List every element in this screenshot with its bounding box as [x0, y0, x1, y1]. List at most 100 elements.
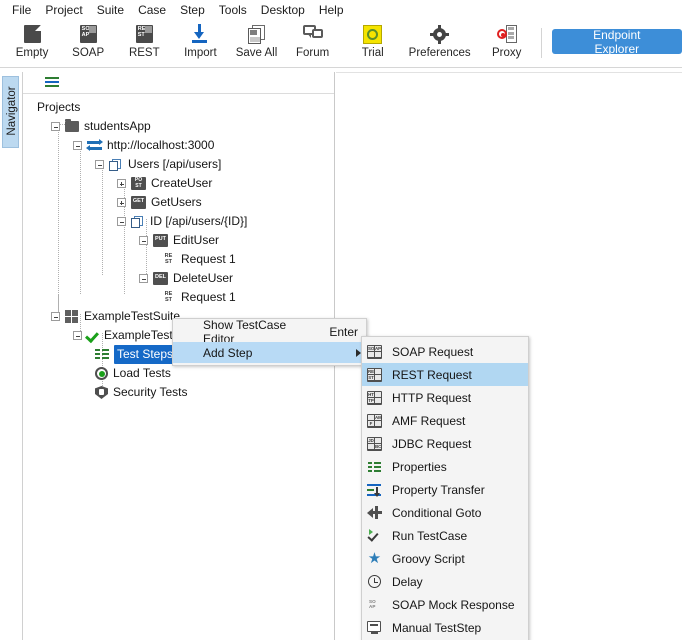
toolbar-label-preferences: Preferences	[408, 47, 471, 59]
expand-handle-minus-icon[interactable]	[73, 331, 82, 340]
context-menu-accel-enter: Enter	[329, 324, 358, 339]
expand-handle-minus-icon[interactable]	[51, 122, 60, 131]
properties-icon[interactable]	[45, 77, 59, 88]
toolbar-button-rest[interactable]: RE ST REST	[116, 20, 172, 66]
toolbar-label-proxy: Proxy	[491, 47, 522, 59]
expand-handle-minus-icon[interactable]	[117, 217, 126, 226]
toolbar-button-proxy[interactable]: Proxy	[479, 20, 535, 66]
post-method-icon: PO ST	[131, 177, 146, 190]
menu-item-desktop[interactable]: Desktop	[254, 1, 312, 20]
tree-item-endpoint[interactable]: http://localhost:3000	[23, 136, 334, 155]
toolbar-button-preferences[interactable]: Preferences	[401, 20, 479, 66]
expand-handle-plus-icon[interactable]	[117, 179, 126, 188]
menu-item-project[interactable]: Project	[38, 1, 89, 20]
tree-item-edituser[interactable]: PUT EditUser	[23, 231, 334, 250]
menu-item-tools[interactable]: Tools	[212, 1, 254, 20]
expand-handle-minus-icon[interactable]	[139, 236, 148, 245]
add-step-submenu: SO AP SOAP Request RE ST REST Request HT …	[361, 336, 529, 640]
submenu-label-soap-mock-response: SOAP Mock Response	[392, 597, 515, 612]
proxy-icon	[496, 23, 517, 45]
save-all-icon	[247, 23, 266, 45]
tree-item-deleteuser[interactable]: DEL DeleteUser	[23, 269, 334, 288]
testcase-icon	[87, 329, 101, 342]
tree-label-load-tests: Load Tests	[113, 366, 171, 380]
submenu-label-properties: Properties	[392, 459, 447, 474]
submenu-item-manual-teststep[interactable]: Manual TestStep	[362, 616, 528, 639]
tree-item-security-tests[interactable]: Security Tests	[23, 383, 334, 402]
tree-label-security-tests: Security Tests	[113, 385, 188, 399]
toolbar-button-import[interactable]: Import	[172, 20, 228, 66]
tree-item-request-1-delete[interactable]: RE ST Request 1	[23, 288, 334, 307]
interface-icon	[86, 139, 103, 152]
context-menu-label-add-step: Add Step	[203, 345, 253, 360]
delay-clock-icon	[368, 575, 381, 588]
tree-item-getusers[interactable]: GET GetUsers	[23, 193, 334, 212]
menu-item-help[interactable]: Help	[312, 1, 351, 20]
soap-mock-response-icon: SO AP	[369, 598, 376, 609]
toolbar-button-save-all[interactable]: Save All	[228, 20, 284, 66]
expand-handle-minus-icon[interactable]	[73, 141, 82, 150]
toolbar-label-forum: Forum	[295, 47, 330, 59]
menu-item-case[interactable]: Case	[131, 1, 173, 20]
testsuite-icon	[65, 310, 78, 323]
menu-bar: File Project Suite Case Step Tools Deskt…	[0, 0, 682, 20]
submenu-item-rest-request[interactable]: RE ST REST Request	[362, 363, 528, 386]
soapui-window: File Project Suite Case Step Tools Deskt…	[0, 0, 682, 640]
tree-item-users-resource[interactable]: Users [/api/users]	[23, 155, 334, 174]
submenu-label-delay: Delay	[392, 574, 423, 589]
menu-item-suite[interactable]: Suite	[90, 1, 131, 20]
submenu-item-groovy-script[interactable]: ★ Groovy Script	[362, 547, 528, 570]
context-menu-item-show-testcase-editor[interactable]: Show TestCase Editor Enter	[173, 318, 366, 346]
submenu-item-soap-request[interactable]: SO AP SOAP Request	[362, 340, 528, 363]
expand-handle-minus-icon[interactable]	[95, 160, 104, 169]
property-transfer-icon	[367, 483, 382, 497]
submenu-label-amf-request: AMF Request	[392, 413, 466, 428]
trial-icon	[363, 23, 383, 45]
submenu-item-soap-mock-response[interactable]: SO AP SOAP Mock Response	[362, 593, 528, 616]
submenu-label-property-transfer: Property Transfer	[392, 482, 485, 497]
menu-item-step[interactable]: Step	[173, 1, 212, 20]
toolbar-separator	[540, 28, 542, 58]
properties-icon	[367, 460, 382, 474]
del-method-icon: DEL	[153, 272, 168, 285]
submenu-item-delay[interactable]: Delay	[362, 570, 528, 593]
submenu-item-property-transfer[interactable]: Property Transfer	[362, 478, 528, 501]
tree-root-projects[interactable]: Projects	[23, 98, 334, 117]
submenu-label-run-testcase: Run TestCase	[392, 528, 468, 543]
tree-item-createuser[interactable]: PO ST CreateUser	[23, 174, 334, 193]
submenu-item-jdbc-request[interactable]: JD BC JDBC Request	[362, 432, 528, 455]
submenu-item-properties[interactable]: Properties	[362, 455, 528, 478]
toolbar-button-soap[interactable]: SO AP SOAP	[60, 20, 116, 66]
submenu-label-soap-request: SOAP Request	[392, 344, 474, 359]
rest-project-icon: RE ST	[135, 23, 153, 45]
tree-label-getusers: GetUsers	[151, 195, 202, 209]
tree-root-label: Projects	[37, 100, 81, 114]
toolbar-button-trial[interactable]: Trial	[345, 20, 401, 66]
navigator-tab[interactable]: Navigator	[2, 76, 19, 148]
resource-icon	[109, 158, 122, 171]
submenu-item-amf-request[interactable]: AM F AMF Request	[362, 409, 528, 432]
expand-handle-plus-icon[interactable]	[117, 198, 126, 207]
submenu-label-manual-teststep: Manual TestStep	[392, 620, 482, 635]
submenu-item-http-request[interactable]: HT TP HTTP Request	[362, 386, 528, 409]
toolbar-label-import: Import	[184, 47, 217, 59]
toolbar-button-forum[interactable]: Forum	[285, 20, 341, 66]
expand-handle-minus-icon[interactable]	[139, 274, 148, 283]
folder-icon	[65, 118, 79, 132]
navigator-toolbar	[23, 72, 334, 94]
tree-item-id-resource[interactable]: ID [/api/users/{ID}]	[23, 212, 334, 231]
submenu-item-run-testcase[interactable]: Run TestCase	[362, 524, 528, 547]
endpoint-explorer-button[interactable]: Endpoint Explorer	[551, 28, 682, 56]
menu-item-file[interactable]: File	[5, 1, 38, 20]
expand-handle-minus-icon[interactable]	[51, 312, 60, 321]
toolbar-button-empty[interactable]: Empty	[4, 20, 60, 66]
toolbar-label-empty: Empty	[15, 47, 49, 59]
submenu-label-http-request: HTTP Request	[392, 390, 472, 405]
tree-item-request-1-edit[interactable]: RE ST Request 1	[23, 250, 334, 269]
context-menu-item-add-step[interactable]: Add Step	[173, 342, 366, 363]
tree-item-studentsapp[interactable]: studentsApp	[23, 117, 334, 136]
tree-label-id-resource: ID [/api/users/{ID}]	[150, 214, 248, 228]
tree-item-load-tests[interactable]: Load Tests	[23, 364, 334, 383]
conditional-goto-icon	[367, 506, 382, 519]
submenu-item-conditional-goto[interactable]: Conditional Goto	[362, 501, 528, 524]
